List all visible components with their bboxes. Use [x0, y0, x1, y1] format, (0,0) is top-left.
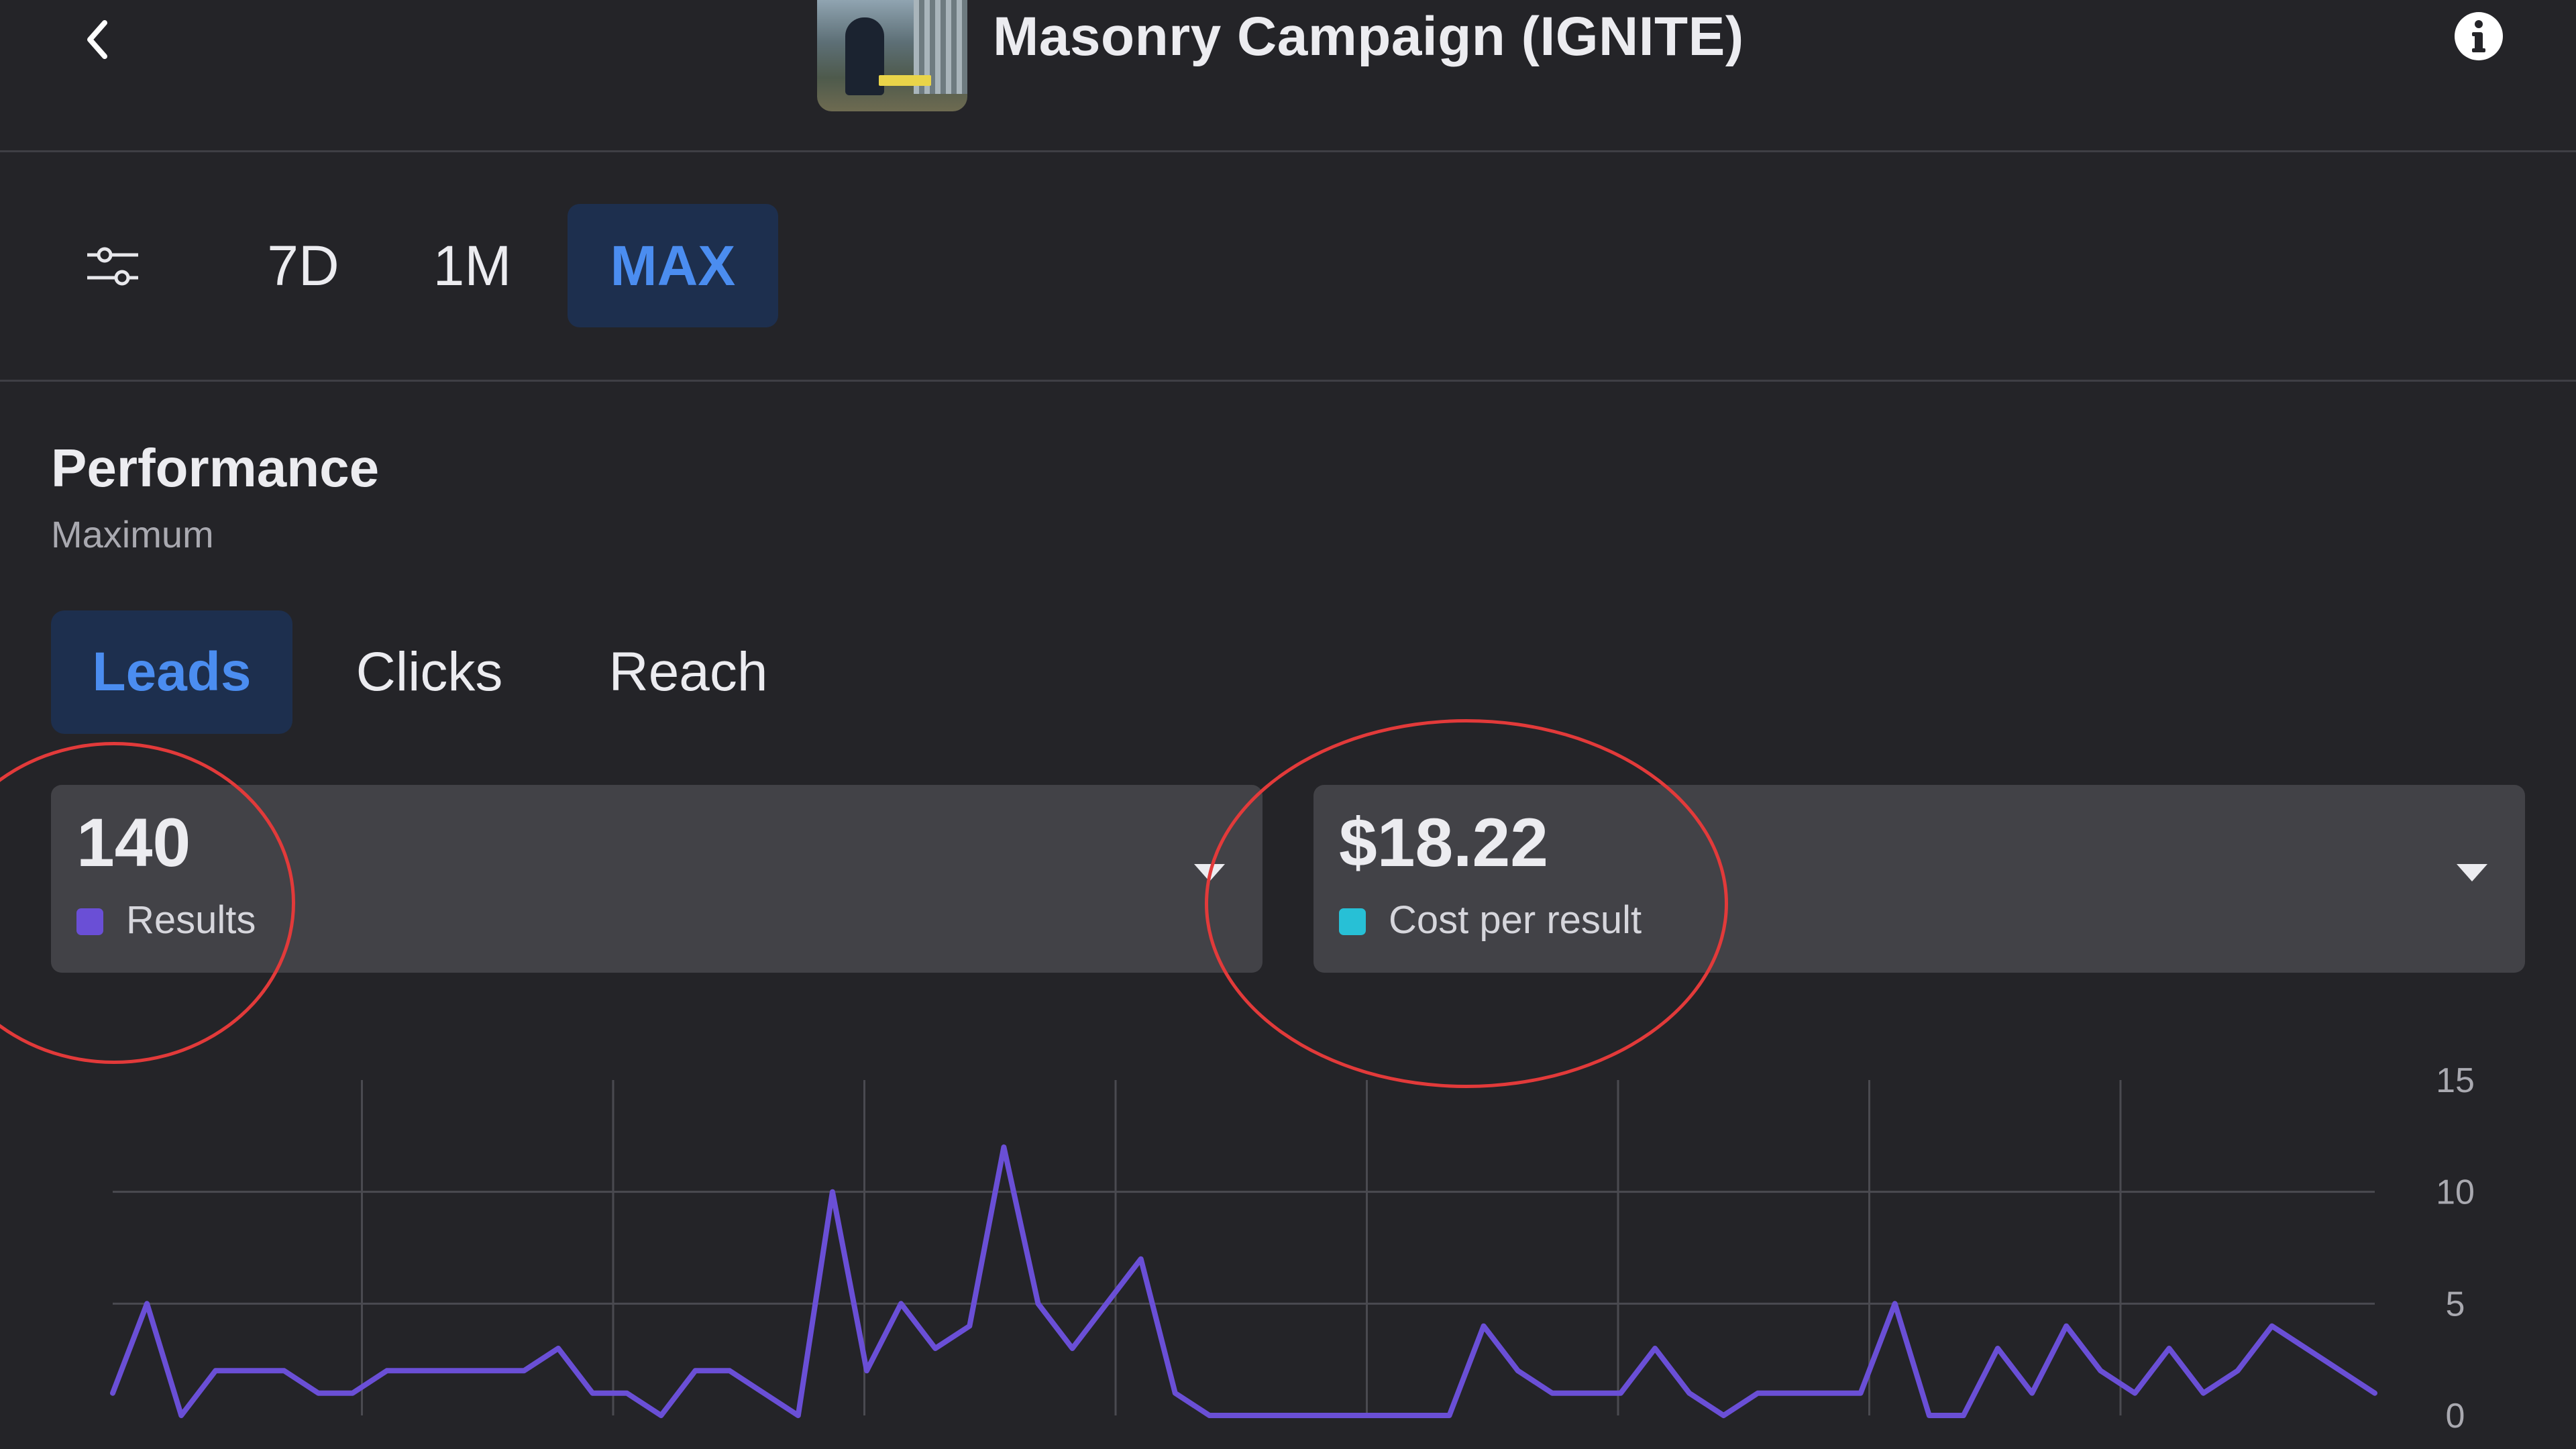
info-icon: [2455, 12, 2503, 60]
range-max[interactable]: MAX: [568, 204, 778, 327]
annotation-circle-cost: [1205, 719, 1728, 1088]
y-tick-label: 15: [2436, 1061, 2475, 1100]
info-button[interactable]: [2452, 9, 2506, 63]
campaign-thumbnail: [817, 0, 967, 111]
header: Masonry Campaign (IGNITE): [0, 0, 2576, 150]
range-divider: [0, 380, 2576, 382]
range-7d[interactable]: 7D: [256, 204, 350, 327]
back-button[interactable]: [67, 9, 127, 70]
tab-leads[interactable]: Leads: [51, 610, 292, 734]
tab-clicks[interactable]: Clicks: [335, 610, 523, 734]
header-divider: [0, 150, 2576, 152]
campaign-detail-screen: Masonry Campaign (IGNITE) 7D 1M MAX Perf…: [0, 0, 2576, 1449]
y-tick-label: 0: [2446, 1397, 2465, 1436]
filter-button[interactable]: [79, 236, 146, 297]
tab-reach[interactable]: Reach: [594, 610, 782, 734]
range-1m[interactable]: 1M: [425, 204, 519, 327]
caret-down-icon[interactable]: [2454, 860, 2490, 884]
sliders-icon: [87, 247, 138, 286]
series-line-results: [110, 1144, 2377, 1418]
chevron-left-icon: [87, 20, 107, 59]
section-subtitle: Maximum: [51, 513, 214, 555]
y-tick-label: 10: [2436, 1173, 2475, 1212]
y-tick-label: 5: [2446, 1285, 2465, 1324]
section-title: Performance: [51, 438, 380, 498]
leads-line-chart: 0 5 10 15: [110, 1061, 2475, 1436]
page-title: Masonry Campaign (IGNITE): [993, 6, 1744, 67]
